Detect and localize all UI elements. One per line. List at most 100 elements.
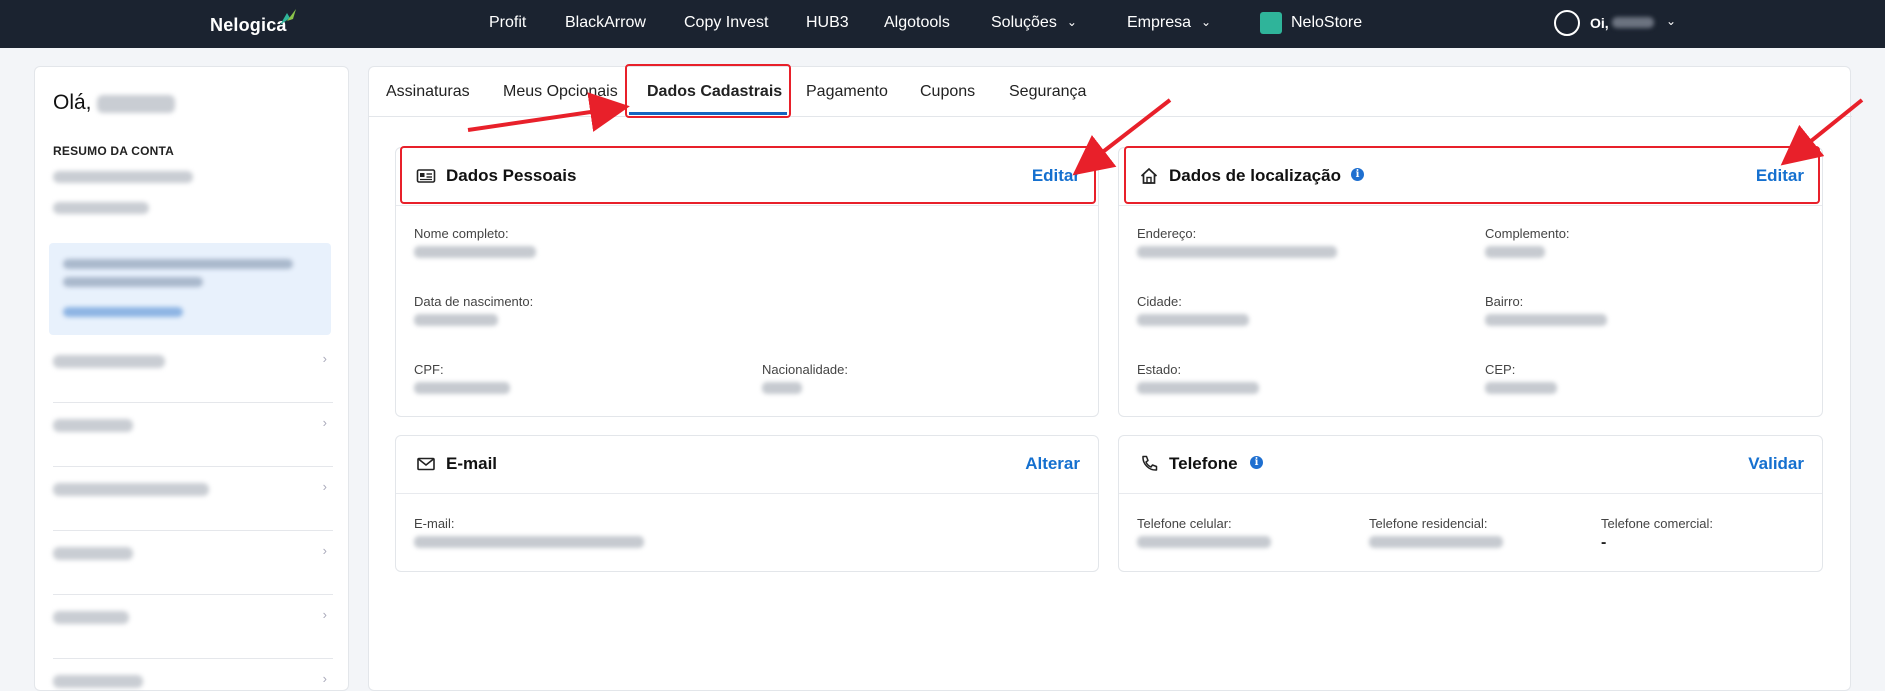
account-notice: [49, 243, 331, 335]
cep-value-redacted: [1485, 382, 1557, 394]
card-title: Dados Pessoais: [446, 166, 577, 185]
phone-icon: [1142, 455, 1158, 471]
tab-seguranca[interactable]: Segurança: [1009, 83, 1086, 101]
nav-algotools[interactable]: Algotools: [884, 14, 950, 32]
sidebar-item-label-redacted: [53, 419, 133, 432]
nelostore-icon[interactable]: [1260, 12, 1282, 34]
nav-empresa-dropdown[interactable]: Empresa ⌄: [1127, 14, 1211, 32]
nav-nelostore[interactable]: NeloStore: [1291, 14, 1362, 32]
sidebar-item-label-redacted: [53, 675, 143, 688]
field-label-city: Cidade:: [1137, 294, 1182, 309]
notice-text-redacted: [63, 277, 203, 287]
tab-cupons[interactable]: Cupons: [920, 83, 975, 101]
change-email-button[interactable]: Alterar: [1025, 454, 1080, 474]
field-label-complement: Complemento:: [1485, 226, 1570, 241]
account-id-redacted: [53, 202, 149, 214]
card-title: Telefone: [1169, 454, 1238, 473]
id-card-icon: [416, 169, 436, 183]
field-label-mobile-phone: Telefone celular:: [1137, 516, 1232, 531]
birth-date-value-redacted: [414, 314, 498, 326]
tab-meus-opcionais[interactable]: Meus Opcionais: [503, 83, 618, 101]
neighborhood-value-redacted: [1485, 314, 1607, 326]
phone-card: Telefone i Validar Telefone celular: Tel…: [1118, 435, 1823, 572]
chevron-right-icon: ›: [322, 479, 327, 494]
chevron-right-icon: ›: [322, 351, 327, 366]
work-phone-value: -: [1601, 534, 1607, 551]
greeting: Olá,: [53, 91, 92, 115]
field-label-state: Estado:: [1137, 362, 1182, 377]
home-phone-value-redacted: [1369, 536, 1503, 548]
account-summary-title: RESUMO DA CONTA: [53, 144, 174, 158]
sidebar-item-label-redacted: [53, 547, 133, 560]
state-value-redacted: [1137, 382, 1259, 394]
edit-location-data-button[interactable]: Editar: [1756, 166, 1804, 186]
sidebar-item[interactable]: ›: [53, 531, 333, 595]
address-value-redacted: [1137, 246, 1337, 258]
email-value-redacted: [414, 536, 644, 548]
card-title: E-mail: [446, 454, 498, 473]
full-name-value-redacted: [414, 246, 536, 258]
account-sidebar: Olá, RESUMO DA CONTA › › › › › ›: [34, 66, 349, 691]
sidebar-item[interactable]: ›: [53, 403, 333, 467]
tab-assinaturas[interactable]: Assinaturas: [386, 83, 470, 101]
nav-profit[interactable]: Profit: [489, 14, 526, 32]
sidebar-item-label-redacted: [53, 483, 209, 496]
top-navbar: Nelogica Profit BlackArrow Copy Invest H…: [0, 0, 1885, 48]
nav-solucoes-dropdown[interactable]: Soluções ⌄: [991, 14, 1077, 32]
nationality-value-redacted: [762, 382, 802, 394]
logo-text: Nelogica: [210, 15, 287, 35]
nelogica-logo[interactable]: Nelogica: [210, 9, 296, 36]
info-icon[interactable]: i: [1351, 168, 1364, 181]
home-icon: [1140, 167, 1158, 184]
field-label-neighborhood: Bairro:: [1485, 294, 1524, 309]
field-label-address: Endereço:: [1137, 226, 1197, 241]
mobile-phone-value-redacted: [1137, 536, 1271, 548]
city-value-redacted: [1137, 314, 1249, 326]
nav-blackarrow[interactable]: BlackArrow: [565, 14, 646, 32]
user-first-name-redacted: [97, 95, 175, 113]
tab-pagamento[interactable]: Pagamento: [806, 83, 888, 101]
info-icon[interactable]: i: [1250, 456, 1263, 469]
user-avatar-icon: [1554, 10, 1580, 36]
logo-mark-icon: [280, 9, 296, 25]
sidebar-item[interactable]: ›: [53, 339, 333, 403]
card-title: Dados de localização: [1169, 166, 1341, 185]
card-header: Telefone i Validar: [1119, 436, 1822, 494]
complement-value-redacted: [1485, 246, 1545, 258]
mail-icon: [417, 457, 435, 471]
field-label-full-name: Nome completo:: [414, 226, 509, 241]
field-label-home-phone: Telefone residencial:: [1369, 516, 1488, 531]
personal-data-card: Dados Pessoais Editar Nome completo: Dat…: [395, 147, 1099, 417]
validate-phone-button[interactable]: Validar: [1748, 454, 1804, 474]
card-header: E-mail Alterar: [396, 436, 1098, 494]
sidebar-item[interactable]: ›: [53, 659, 333, 691]
sidebar-item-label-redacted: [53, 611, 129, 624]
user-greeting: Oi,: [1590, 15, 1609, 31]
sidebar-item[interactable]: ›: [53, 467, 333, 531]
user-name-redacted: [1612, 17, 1654, 28]
nav-empresa-label: Empresa: [1127, 14, 1192, 31]
edit-personal-data-button[interactable]: Editar: [1032, 166, 1080, 186]
cpf-value-redacted: [414, 382, 510, 394]
account-name-redacted: [53, 171, 193, 183]
field-label-nationality: Nacionalidade:: [762, 362, 849, 377]
sidebar-item[interactable]: ›: [53, 595, 333, 659]
field-label-cpf: CPF:: [414, 362, 444, 377]
main-panel: Assinaturas Meus Opcionais Dados Cadastr…: [368, 66, 1852, 691]
tab-dados-cadastrais[interactable]: Dados Cadastrais: [647, 83, 782, 101]
nav-copy-invest[interactable]: Copy Invest: [684, 14, 768, 32]
sidebar-item-label-redacted: [53, 355, 165, 368]
field-label-work-phone: Telefone comercial:: [1601, 516, 1713, 531]
nav-hub3[interactable]: HUB3: [806, 14, 849, 32]
card-header: Dados de localização i Editar: [1119, 148, 1822, 206]
email-card: E-mail Alterar E-mail:: [395, 435, 1099, 572]
field-label-cep: CEP:: [1485, 362, 1516, 377]
chevron-right-icon: ›: [322, 671, 327, 686]
notice-link-redacted[interactable]: [63, 307, 183, 317]
chevron-down-icon: ⌄: [1066, 15, 1077, 29]
notice-text-redacted: [63, 259, 293, 269]
nav-solucoes-label: Soluções: [991, 14, 1057, 31]
card-header: Dados Pessoais Editar: [396, 148, 1098, 206]
field-label-birth-date: Data de nascimento:: [414, 294, 534, 309]
chevron-right-icon: ›: [322, 415, 327, 430]
